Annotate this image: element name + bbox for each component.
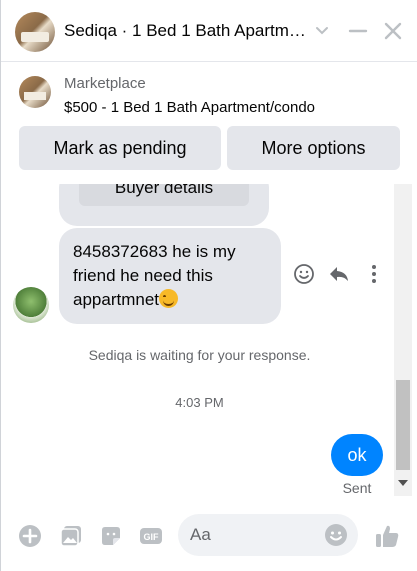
plus-icon[interactable]: [18, 524, 42, 548]
chat-title[interactable]: Sediqa · 1 Bed 1 Bath Apartment/condo: [64, 21, 312, 41]
more-options-button[interactable]: More options: [227, 126, 400, 170]
message-thread[interactable]: Buyer details 8458372683 he is my friend…: [1, 184, 417, 500]
buyer-details-card: Buyer details: [59, 184, 269, 226]
sent-status-label: Sent: [342, 480, 372, 496]
incoming-message-bubble[interactable]: 8458372683 he is my friend he need this …: [59, 228, 281, 324]
incoming-message-text: 8458372683 he is my friend he need this …: [73, 242, 236, 309]
message-timestamp: 4:03 PM: [175, 395, 224, 410]
buyer-details-button[interactable]: Buyer details: [79, 184, 249, 206]
svg-text:GIF: GIF: [144, 532, 160, 542]
chevron-down-icon[interactable]: [314, 22, 330, 38]
sender-avatar[interactable]: [13, 287, 49, 323]
listing-price-title[interactable]: $500 - 1 Bed 1 Bath Apartment/condo: [64, 99, 315, 116]
message-input[interactable]: [190, 514, 320, 556]
message-composer: GIF: [1, 500, 417, 571]
close-icon[interactable]: [382, 20, 404, 42]
gif-icon[interactable]: GIF: [139, 524, 163, 548]
emoji-icon[interactable]: [324, 523, 348, 547]
marketplace-listing-panel: Marketplace $500 - 1 Bed 1 Bath Apartmen…: [1, 62, 417, 184]
thumbs-up-icon[interactable]: [373, 522, 401, 550]
sticker-icon[interactable]: [99, 524, 123, 548]
scrollbar-thumb[interactable]: [396, 380, 410, 470]
more-vertical-icon[interactable]: [362, 262, 386, 286]
reply-arrow-icon[interactable]: [327, 262, 351, 286]
thread-scrollbar[interactable]: [394, 184, 412, 496]
react-smiley-icon[interactable]: [292, 262, 316, 286]
minimize-icon[interactable]: [347, 20, 369, 42]
smiling-face-emoji-icon: [159, 289, 178, 308]
waiting-status-text: Sediqa is waiting for your response.: [88, 347, 311, 363]
photo-icon[interactable]: [59, 524, 83, 548]
chat-header: Sediqa · 1 Bed 1 Bath Apartment/condo: [1, 0, 417, 62]
messenger-chat-window: Sediqa · 1 Bed 1 Bath Apartment/condo Ma…: [0, 0, 417, 571]
mark-as-pending-button[interactable]: Mark as pending: [19, 126, 221, 170]
listing-thumbnail[interactable]: [19, 76, 51, 108]
marketplace-label: Marketplace: [64, 75, 146, 92]
scroll-down-arrow-icon[interactable]: [398, 480, 408, 486]
message-input-container[interactable]: [178, 514, 358, 556]
contact-avatar[interactable]: [15, 12, 55, 52]
outgoing-message-bubble[interactable]: ok: [331, 434, 383, 476]
